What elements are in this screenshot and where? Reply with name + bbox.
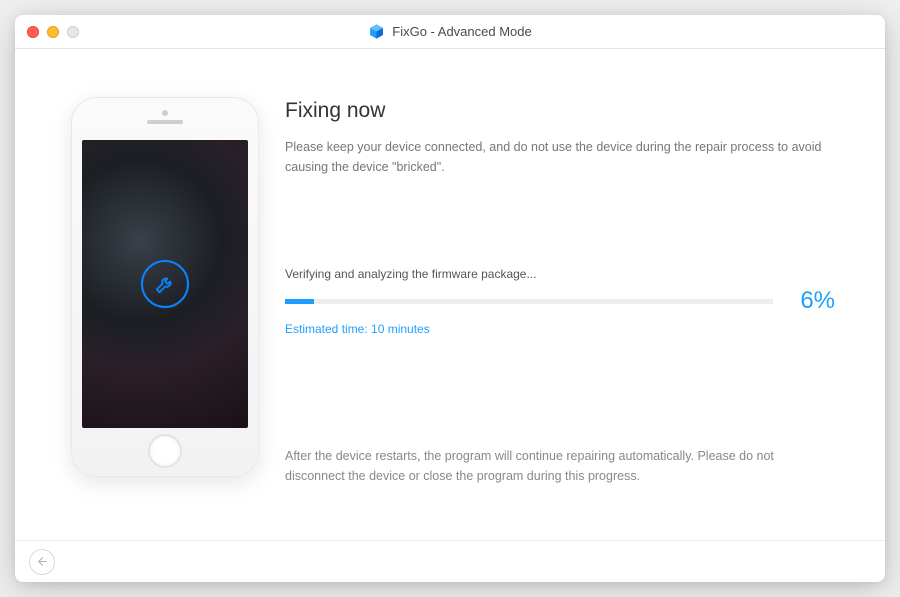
progress-bar-wrap — [285, 299, 773, 304]
progress-bar — [285, 299, 773, 304]
progress-percent: 6% — [785, 287, 835, 315]
progress-section: Verifying and analyzing the firmware pac… — [285, 267, 835, 336]
device-mockup — [71, 97, 259, 477]
window-controls — [27, 26, 79, 38]
footer-note: After the device restarts, the program w… — [285, 446, 835, 486]
progress-row: 6% — [285, 287, 835, 315]
maximize-window-button[interactable] — [67, 26, 79, 38]
device-column — [65, 97, 265, 540]
estimated-time-label: Estimated time: 10 minutes — [285, 322, 835, 336]
main-content: Fixing now Please keep your device conne… — [15, 49, 885, 540]
close-window-button[interactable] — [27, 26, 39, 38]
instruction-text: Please keep your device connected, and d… — [285, 137, 835, 177]
minimize-window-button[interactable] — [47, 26, 59, 38]
wrench-icon — [141, 260, 189, 308]
titlebar: FixGo - Advanced Mode — [15, 15, 885, 49]
status-column: Fixing now Please keep your device conne… — [285, 97, 835, 540]
app-logo-icon — [368, 23, 385, 40]
app-window: FixGo - Advanced Mode Fixing now Plea — [15, 15, 885, 582]
back-button[interactable] — [29, 549, 55, 575]
bottom-bar — [15, 540, 885, 582]
phone-speaker — [147, 120, 183, 124]
phone-camera-dot — [162, 110, 168, 116]
progress-fill — [285, 299, 314, 304]
device-screen — [82, 140, 248, 428]
window-title-text: FixGo - Advanced Mode — [392, 24, 531, 39]
window-title: FixGo - Advanced Mode — [368, 23, 531, 40]
progress-status-label: Verifying and analyzing the firmware pac… — [285, 267, 835, 281]
arrow-left-icon — [36, 555, 49, 568]
page-heading: Fixing now — [285, 99, 835, 123]
phone-home-button — [148, 434, 182, 468]
